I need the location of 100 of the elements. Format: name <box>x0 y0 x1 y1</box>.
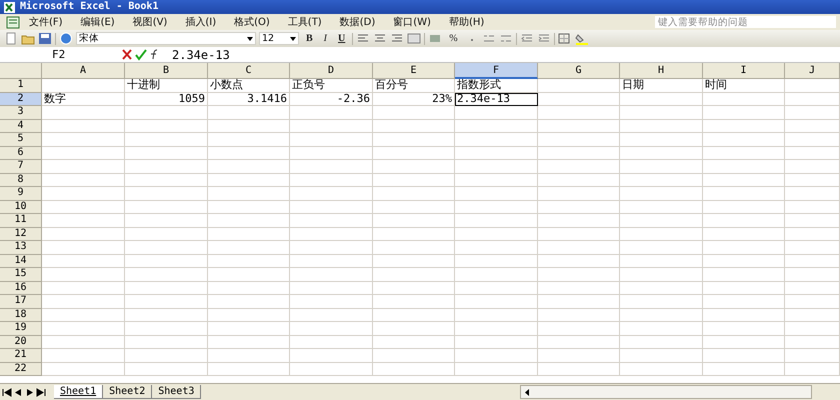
table-cell[interactable] <box>703 282 785 295</box>
table-cell[interactable] <box>42 106 125 120</box>
table-cell[interactable] <box>373 268 455 282</box>
name-box[interactable]: F2 <box>0 48 120 61</box>
table-cell[interactable] <box>208 362 290 376</box>
table-cell[interactable] <box>703 200 785 214</box>
table-cell[interactable] <box>538 133 620 146</box>
table-cell[interactable] <box>373 120 455 133</box>
table-cell[interactable] <box>785 146 840 160</box>
table-cell[interactable] <box>125 120 208 133</box>
column-header[interactable]: E <box>373 63 455 79</box>
table-cell[interactable] <box>42 187 125 200</box>
table-cell[interactable] <box>373 146 455 160</box>
table-cell[interactable] <box>455 146 538 160</box>
table-cell[interactable] <box>208 268 290 282</box>
caret-icon[interactable] <box>290 36 296 40</box>
table-cell[interactable] <box>703 308 785 322</box>
table-cell[interactable] <box>125 349 208 362</box>
table-cell[interactable] <box>290 322 373 336</box>
table-cell[interactable] <box>290 254 373 268</box>
table-cell[interactable] <box>785 268 840 282</box>
table-cell[interactable] <box>208 349 290 362</box>
table-cell[interactable]: 指数形式 <box>455 79 538 92</box>
table-cell[interactable] <box>42 79 125 92</box>
table-cell[interactable] <box>455 160 538 174</box>
menu-item[interactable]: 窗口(W) <box>384 15 440 29</box>
row-header[interactable]: 17 <box>0 295 42 308</box>
table-cell[interactable] <box>703 268 785 282</box>
table-cell[interactable] <box>785 349 840 362</box>
active-cell[interactable]: 2.34e-13 <box>455 92 538 106</box>
table-cell[interactable]: 小数点 <box>208 79 290 92</box>
table-cell[interactable]: 1059 <box>125 92 208 106</box>
table-cell[interactable] <box>373 322 455 336</box>
table-cell[interactable] <box>290 362 373 376</box>
table-cell[interactable] <box>290 106 373 120</box>
table-cell[interactable] <box>208 146 290 160</box>
table-cell[interactable]: 数字 <box>42 92 125 106</box>
table-cell[interactable] <box>42 268 125 282</box>
row-header[interactable]: 21 <box>0 349 42 362</box>
table-cell[interactable] <box>125 336 208 349</box>
table-cell[interactable] <box>125 322 208 336</box>
column-header[interactable]: J <box>785 63 840 79</box>
table-cell[interactable] <box>703 241 785 254</box>
font-size-dropdown[interactable]: 12 <box>259 32 299 45</box>
table-cell[interactable] <box>455 295 538 308</box>
table-cell[interactable] <box>208 254 290 268</box>
table-cell[interactable]: 百分号 <box>373 79 455 92</box>
table-cell[interactable] <box>703 160 785 174</box>
table-cell[interactable] <box>620 92 703 106</box>
table-cell[interactable] <box>620 241 703 254</box>
help-search-field[interactable]: 键入需要帮助的问题 <box>655 16 836 28</box>
table-cell[interactable] <box>208 295 290 308</box>
row-header[interactable]: 2 <box>0 92 42 106</box>
underline-button[interactable]: U <box>334 32 350 46</box>
caret-icon[interactable] <box>247 36 253 40</box>
table-cell[interactable] <box>373 200 455 214</box>
table-cell[interactable] <box>290 133 373 146</box>
table-cell[interactable] <box>290 120 373 133</box>
row-header[interactable]: 11 <box>0 214 42 228</box>
table-cell[interactable] <box>620 295 703 308</box>
row-header[interactable]: 1 <box>0 79 42 92</box>
table-cell[interactable] <box>125 308 208 322</box>
select-all-corner[interactable] <box>0 63 42 79</box>
table-cell[interactable] <box>125 133 208 146</box>
table-cell[interactable] <box>125 174 208 187</box>
menu-item[interactable]: 帮助(H) <box>440 15 494 29</box>
column-header[interactable]: F <box>455 63 538 79</box>
table-cell[interactable] <box>42 241 125 254</box>
row-header[interactable]: 10 <box>0 200 42 214</box>
table-cell[interactable] <box>785 295 840 308</box>
table-cell[interactable] <box>703 146 785 160</box>
table-cell[interactable] <box>373 160 455 174</box>
table-cell[interactable] <box>703 174 785 187</box>
table-cell[interactable] <box>620 200 703 214</box>
formula-input[interactable]: 2.34e-13 <box>172 48 230 62</box>
column-header[interactable]: C <box>208 63 290 79</box>
table-cell[interactable] <box>703 92 785 106</box>
table-cell[interactable] <box>785 322 840 336</box>
table-cell[interactable] <box>373 174 455 187</box>
sheet-tab[interactable]: Sheet2 <box>103 385 152 399</box>
menu-item[interactable]: 插入(I) <box>176 15 226 29</box>
font-dropdown[interactable]: 宋体 <box>76 32 256 45</box>
row-header[interactable]: 5 <box>0 133 42 146</box>
table-cell[interactable] <box>785 282 840 295</box>
row-header[interactable]: 4 <box>0 120 42 133</box>
table-cell[interactable] <box>208 308 290 322</box>
table-cell[interactable] <box>42 308 125 322</box>
table-cell[interactable] <box>538 282 620 295</box>
table-cell[interactable] <box>208 282 290 295</box>
table-cell[interactable] <box>290 160 373 174</box>
table-cell[interactable] <box>703 295 785 308</box>
column-header[interactable]: G <box>538 63 620 79</box>
table-cell[interactable] <box>785 362 840 376</box>
table-cell[interactable] <box>125 268 208 282</box>
table-cell[interactable] <box>538 200 620 214</box>
row-header[interactable]: 13 <box>0 241 42 254</box>
table-cell[interactable] <box>538 349 620 362</box>
table-cell[interactable] <box>455 254 538 268</box>
table-cell[interactable] <box>125 241 208 254</box>
table-cell[interactable] <box>785 133 840 146</box>
